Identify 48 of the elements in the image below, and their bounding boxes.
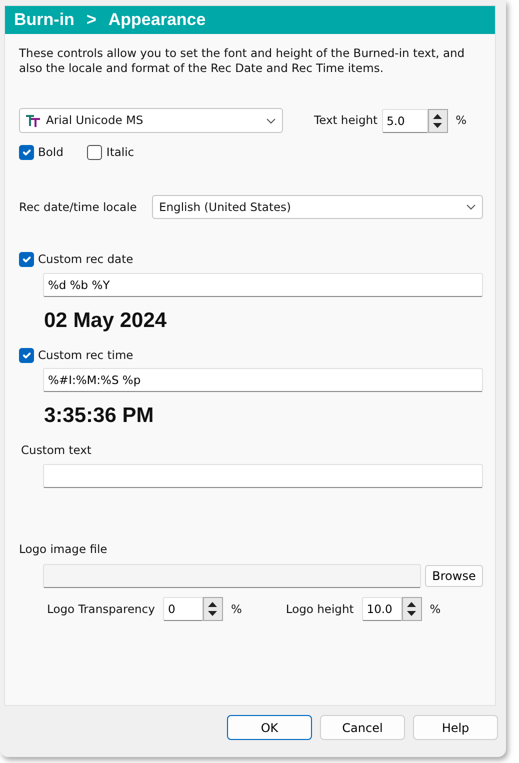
checkbox-label: Custom rec date [38,251,134,268]
checkbox[interactable] [19,252,34,268]
checkbox-label: Custom rec time [38,346,134,364]
dialog-button[interactable]: Help [413,715,498,740]
locale-label: Rec date/time locale [19,198,138,216]
number-field[interactable]: 5.0 [382,108,428,132]
font-icon [26,114,40,127]
checkbox[interactable] [19,145,34,160]
section-title: Burn-in [14,9,74,32]
format-field[interactable]: %#I:%M:%S %p [43,368,483,392]
format-field[interactable]: %d %b %Y [43,272,483,296]
down-arrow-icon [208,611,218,616]
spin-button[interactable] [428,108,448,132]
down-arrow-icon [433,122,442,128]
dialog-button[interactable]: Cancel [320,715,405,740]
custom-text-field[interactable] [43,464,483,488]
percent-label: % [430,600,441,618]
checkbox[interactable] [19,348,34,363]
number-field[interactable]: 0 [162,597,203,622]
up-arrow-icon [433,114,442,118]
preview-text: 3:35:36 PM [44,404,154,428]
spin-button[interactable] [202,597,223,622]
text-height-label: Text height [314,112,378,129]
logo-height-label: Logo height [286,600,354,618]
breadcrumb-separator: > [86,9,96,32]
spin-button[interactable] [402,597,422,622]
up-arrow-icon [407,602,416,608]
down-arrow-icon [407,611,416,616]
checkbox[interactable] [87,145,102,160]
logo-file-label: Logo image file [19,541,108,558]
number-field[interactable]: 10.0 [362,597,402,622]
custom-text-label: Custom text [21,442,92,459]
logo-file-field[interactable] [43,564,421,588]
percent-label: % [230,600,242,618]
transparency-label: Logo Transparency [47,600,155,618]
checkbox-label: Italic [106,144,134,161]
description-text: These controls allow you to set the font and height of the Burned-in text, and also the locale and format of the Rec Date and Rec Time items. [19,46,466,76]
font-dropdown[interactable]: Arial Unicode MS [19,108,283,133]
percent-label: % [456,112,467,129]
preview-text: 02 May 2024 [44,308,167,332]
page-title: Appearance [108,9,206,32]
up-arrow-icon [208,602,218,608]
chevron-icon [466,204,476,210]
checkbox-label: Bold [38,144,64,161]
browse-button[interactable]: Browse [425,565,483,588]
dialog-button[interactable]: OK [227,715,312,740]
locale-dropdown[interactable]: English (United States) [152,195,483,220]
chevron-icon [266,118,276,124]
